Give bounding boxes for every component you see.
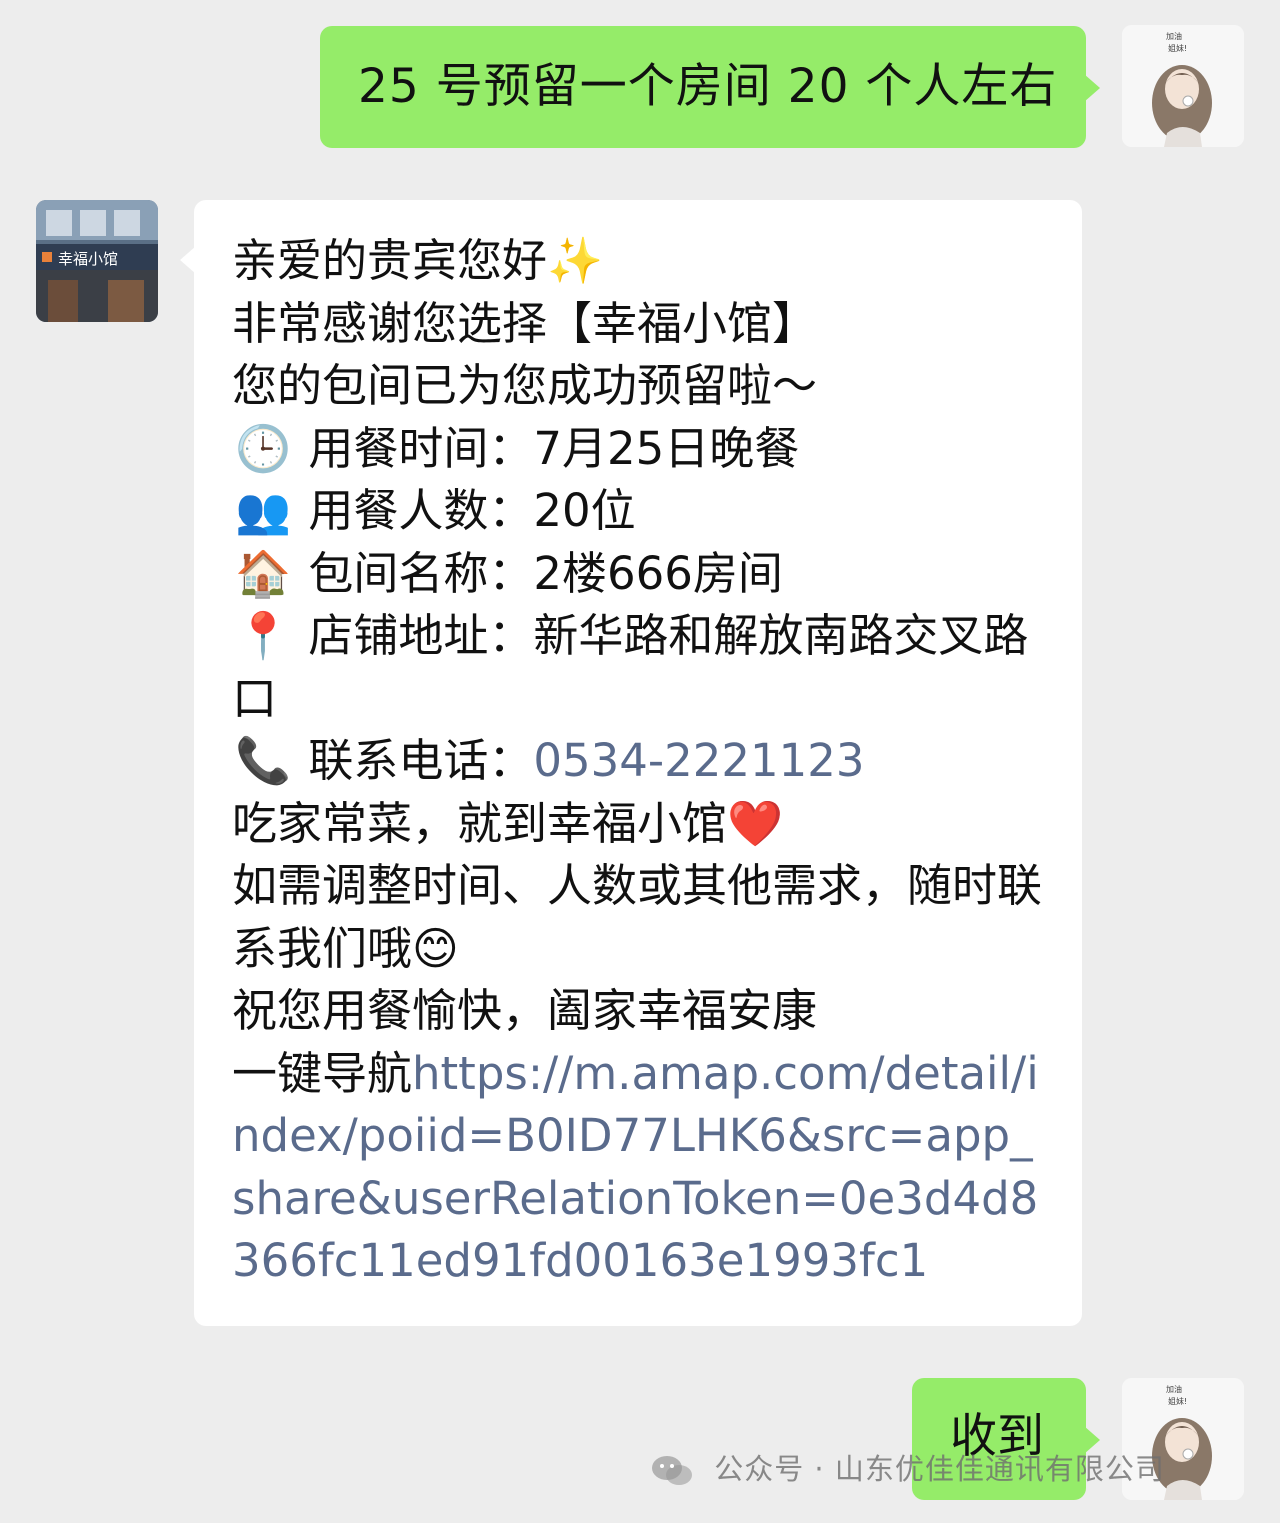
slogan-line: 吃家常菜，就到幸福小馆❤️ (232, 796, 784, 850)
phone-number-link[interactable]: 0534-2221123 (533, 734, 864, 787)
message-body: 亲爱的贵宾您好✨ 非常感谢您选择【幸福小馆】 您的包间已为您成功预留啦～ 🕒 用… (232, 230, 1052, 1293)
greeting-line: 亲爱的贵宾您好✨ (232, 234, 604, 287)
svg-text:加油: 加油 (1166, 1384, 1182, 1394)
adjust-line: 如需调整时间、人数或其他需求，随时联系我们哦😊 (232, 859, 1043, 975)
watermark-text: 公众号 · 山东优佳佳通讯有限公司 (714, 1452, 1165, 1486)
navigation-line: 一键导航https://m.amap.com/detail/index/poii… (232, 1043, 1052, 1293)
girl-avatar-icon: 加油 姐妹! (1122, 25, 1244, 147)
smile-icon: 😊 (412, 921, 459, 975)
message-bubble-incoming[interactable]: 亲爱的贵宾您好✨ 非常感谢您选择【幸福小馆】 您的包间已为您成功预留啦～ 🕒 用… (180, 200, 1082, 1326)
clock-icon: 🕒 (234, 421, 292, 475)
reserved-line: 您的包间已为您成功预留啦～ (232, 359, 818, 412)
storefront-avatar-icon: 幸福小馆 (36, 200, 158, 322)
svg-text:加油: 加油 (1166, 31, 1182, 41)
nav-label: 一键导航 (232, 1046, 413, 1100)
bubble-tail (1084, 74, 1100, 102)
people-line: 👥 用餐人数：20位 (232, 480, 1052, 543)
room-line: 🏠 包间名称：2楼666房间 (232, 543, 1052, 606)
svg-text:姐妹!: 姐妹! (1168, 1396, 1187, 1406)
svg-text:姐妹!: 姐妹! (1168, 43, 1187, 53)
watermark: 公众号 · 山东优佳佳通讯有限公司 (650, 1446, 1165, 1489)
phone-icon: 📞 (234, 734, 292, 787)
time-line: 🕒 用餐时间：7月25日晚餐 (232, 418, 1052, 481)
bubble-tail (180, 246, 196, 274)
house-icon: 🏠 (234, 546, 292, 600)
pin-icon: 📍 (234, 609, 292, 662)
my-avatar[interactable]: 加油 姐妹! (1122, 25, 1244, 147)
heart-icon: ❤️ (727, 796, 784, 850)
address-line: 📍 店铺地址：新华路和解放南路交叉路口 (232, 605, 1052, 730)
phone-line: 📞 联系电话：0534-2221123 (232, 730, 1052, 793)
message-text: 25 号预留一个房间 20 个人左右 (358, 59, 1058, 114)
shop-avatar[interactable]: 幸福小馆 (36, 200, 158, 322)
wish-line: 祝您用餐愉快，阖家幸福安康 (232, 984, 818, 1037)
avatar-shop-sign: 幸福小馆 (58, 250, 118, 268)
sparkles-icon: ✨ (547, 234, 604, 287)
message-bubble-outgoing[interactable]: 25 号预留一个房间 20 个人左右 (320, 26, 1100, 148)
thanks-line: 非常感谢您选择【幸福小馆】 (232, 296, 818, 350)
people-icon: 👥 (234, 484, 292, 537)
wechat-icon (652, 1456, 692, 1485)
